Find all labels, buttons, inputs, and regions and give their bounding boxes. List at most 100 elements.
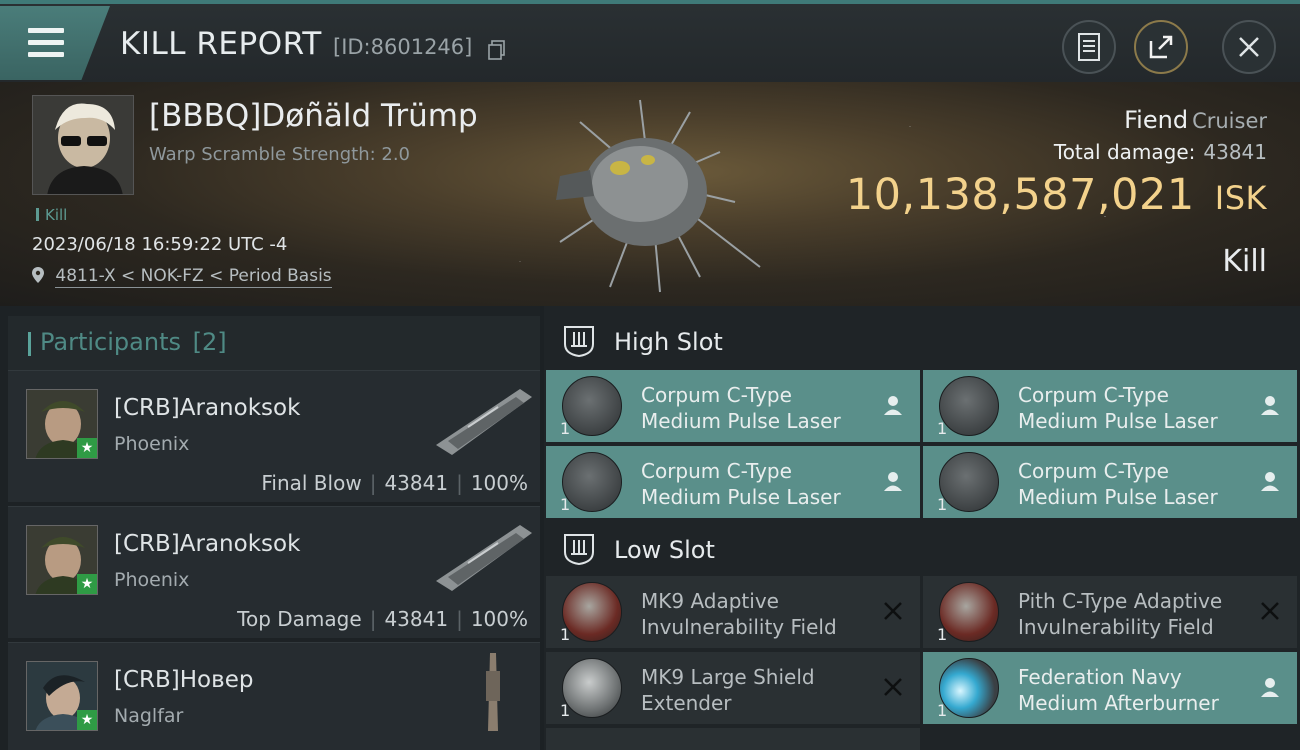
victim-portrait[interactable] (32, 95, 134, 195)
module-name: MK9 Large Shield Extender (641, 665, 815, 715)
report-list-button[interactable] (1062, 20, 1116, 74)
module-quantity: 1 (937, 419, 948, 438)
module-name: MK9 Adaptive Invulnerability Field (641, 589, 837, 639)
warp-scramble-strength: Warp Scramble Strength: 2.0 (149, 144, 411, 165)
pulse-laser-icon (939, 376, 999, 436)
module-item[interactable]: 1 Corpum C-Type Medium Pulse Laser (546, 446, 920, 518)
participant-row[interactable]: ★ [CRB]Новер Naglfar (8, 642, 540, 750)
participants-header: Participants [2] (8, 316, 540, 370)
destroyed-icon (884, 678, 902, 696)
participant-ship-image (436, 525, 532, 591)
participants-label: Participants (40, 328, 181, 356)
location-pin-icon (32, 267, 44, 283)
outcome-label: Kill (1222, 244, 1267, 279)
low-slot-icon (564, 534, 594, 566)
module-quantity: 1 (560, 419, 571, 438)
shield-extender-icon (562, 658, 622, 718)
close-button[interactable] (1222, 20, 1276, 74)
invulnerability-field-icon (939, 582, 999, 642)
module-name: Corpum C-Type Medium Pulse Laser (641, 383, 841, 433)
module-quantity: 1 (560, 701, 571, 720)
dropped-icon (1261, 678, 1279, 697)
participant-name: [CRB]Aranoksok (114, 531, 301, 557)
kill-datetime: 2023/06/18 16:59:22 UTC -4 (32, 234, 288, 255)
location-text: 4811-X < NOK-FZ < Period Basis (55, 266, 332, 288)
module-item[interactable]: 1 Corpum C-Type Medium Pulse Laser (546, 370, 920, 442)
participant-ship-image (436, 389, 532, 455)
high-slot-title: High Slot (614, 328, 723, 356)
isk-amount: 10,138,587,021 (845, 170, 1195, 220)
copy-icon[interactable] (488, 40, 506, 60)
module-item[interactable]: 1 Corpum C-Type Medium Pulse Laser (923, 446, 1297, 518)
kill-location-link[interactable]: 4811-X < NOK-FZ < Period Basis (32, 266, 332, 288)
participant-row[interactable]: ★ [CRB]Aranoksok Phoenix Top Damage | 4384… (8, 506, 540, 638)
document-icon (1078, 33, 1100, 61)
participant-stats: Top Damage | 43841 | 100% (237, 607, 528, 631)
module-item[interactable]: 1 Corpum C-Type Medium Pulse Laser (923, 370, 1297, 442)
star-icon: ★ (77, 710, 97, 730)
invulnerability-field-icon (562, 582, 622, 642)
participant-role: Final Blow (261, 471, 362, 495)
participant-damage: 43841 (384, 471, 449, 495)
participant-stats: Final Blow | 43841 | 100% (261, 471, 528, 495)
share-button[interactable] (1134, 20, 1188, 74)
module-item[interactable]: 1 Federation Navy Medium Afterburner (923, 652, 1297, 724)
low-slot-header: Low Slot (544, 518, 1300, 578)
participant-ship: Phoenix (114, 569, 190, 591)
top-bar: KILL REPORT [ID:8601246] (0, 0, 1300, 82)
close-icon (1239, 37, 1259, 57)
module-item[interactable]: 1 MK9 Adaptive Invulnerability Field (546, 576, 920, 648)
kill-id: [ID:8601246] (333, 35, 473, 59)
participant-role: Top Damage (237, 607, 362, 631)
star-icon: ★ (77, 438, 97, 458)
total-damage-value: 43841 (1203, 140, 1267, 164)
dropped-icon (1261, 396, 1279, 415)
destroyed-icon (1261, 602, 1279, 620)
module-name: Pith C-Type Adaptive Invulnerability Fiel… (1018, 589, 1223, 639)
pulse-laser-icon (562, 452, 622, 512)
hamburger-icon (28, 28, 64, 58)
module-quantity: 1 (560, 495, 571, 514)
dropped-icon (884, 396, 902, 415)
participants-count: [2] (192, 328, 227, 356)
page-title: KILL REPORT (120, 26, 322, 62)
ship-class: Cruiser (1192, 109, 1267, 133)
participant-percent: 100% (470, 607, 528, 631)
module-quantity: 1 (937, 625, 948, 644)
pulse-laser-icon (562, 376, 622, 436)
total-damage: Total damage: 43841 (1054, 140, 1267, 164)
module-name: Federation Navy Medium Afterburner (1018, 665, 1219, 715)
participant-percent: 100% (470, 471, 528, 495)
star-icon: ★ (77, 574, 97, 594)
kill-tag: Kill (36, 206, 67, 224)
afterburner-icon (939, 658, 999, 718)
dropped-icon (884, 472, 902, 491)
isk-value: 10,138,587,021 ISK (846, 170, 1267, 220)
participant-name: [CRB]Новер (114, 667, 254, 693)
participant-ship: Phoenix (114, 433, 190, 455)
ship-name: Fiend (1124, 106, 1189, 134)
participant-row[interactable]: ★ [CRB]Aranoksok Phoenix Final Blow | 4384… (8, 370, 540, 502)
high-slot-icon (564, 326, 594, 358)
module-item[interactable] (546, 728, 920, 750)
menu-button[interactable] (0, 6, 110, 80)
participant-avatar[interactable]: ★ (26, 389, 98, 459)
fitting-panel: High Slot 1 Corpum C-Type Medium Pulse La… (544, 306, 1300, 750)
share-icon (1149, 35, 1173, 59)
low-slot-title: Low Slot (614, 536, 715, 564)
module-item[interactable]: 1 Pith C-Type Adaptive Invulnerability Fi… (923, 576, 1297, 648)
pulse-laser-icon (939, 452, 999, 512)
high-slot-header: High Slot (544, 310, 1300, 370)
participant-ship: Naglfar (114, 705, 184, 727)
destroyed-icon (884, 602, 902, 620)
participant-avatar[interactable]: ★ (26, 525, 98, 595)
module-item[interactable]: 1 MK9 Large Shield Extender (546, 652, 920, 724)
victim-banner: [BBBQ]Døñäld Trümp Warp Scramble Strengt… (0, 82, 1300, 306)
participant-avatar[interactable]: ★ (26, 661, 98, 731)
module-quantity: 1 (937, 701, 948, 720)
victim-ship[interactable]: Fiend Cruiser (1124, 106, 1267, 134)
total-damage-label: Total damage: (1053, 140, 1196, 164)
dropped-icon (1261, 472, 1279, 491)
victim-name[interactable]: [BBBQ]Døñäld Trümp (149, 98, 478, 134)
isk-unit: ISK (1214, 179, 1267, 217)
